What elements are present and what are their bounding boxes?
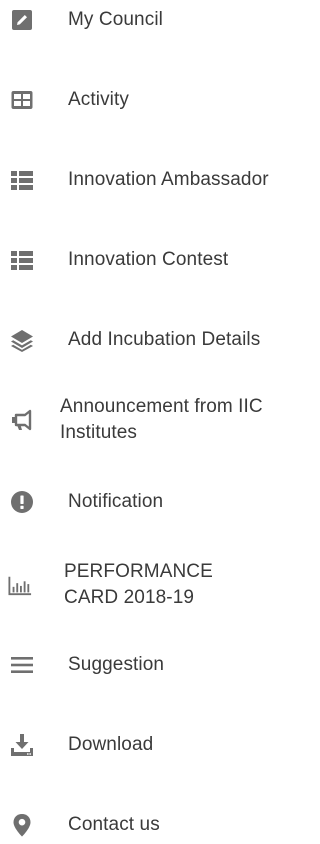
navigation-drawer-menu: My Council Activity Innovation Ambassado… xyxy=(0,0,289,844)
menu-item-announcement-from-iic-institutes[interactable]: Announcement from IIC Institutes xyxy=(0,392,289,448)
grid-icon xyxy=(10,88,34,112)
location-pin-icon xyxy=(10,813,34,837)
menu-item-suggestion[interactable]: Suggestion xyxy=(0,637,289,693)
menu-item-label: Add Incubation Details xyxy=(68,329,261,350)
menu-item-my-council[interactable]: My Council xyxy=(0,0,289,48)
menu-item-label: Contact us xyxy=(68,814,160,835)
menu-item-label: Innovation Ambassador xyxy=(68,169,269,190)
menu-item-label: Activity xyxy=(68,89,129,110)
menu-item-activity[interactable]: Activity xyxy=(0,72,289,128)
menu-item-notification[interactable]: Notification xyxy=(0,474,289,530)
layers-icon xyxy=(10,328,34,352)
menu-item-label: My Council xyxy=(68,9,163,30)
menu-item-label: Notification xyxy=(68,491,164,512)
menu-item-contact-us[interactable]: Contact us xyxy=(0,797,289,844)
hamburger-icon xyxy=(10,653,34,677)
menu-item-label: Download xyxy=(68,734,154,755)
download-icon xyxy=(10,733,34,757)
bar-chart-icon xyxy=(8,573,32,597)
list-icon xyxy=(10,248,34,272)
menu-item-innovation-ambassador[interactable]: Innovation Ambassador xyxy=(0,152,289,208)
list-icon xyxy=(10,168,34,192)
edit-icon xyxy=(10,8,34,32)
menu-item-download[interactable]: Download xyxy=(0,717,289,773)
menu-item-performance-card[interactable]: PERFORMANCE CARD 2018-19 xyxy=(0,557,289,613)
menu-item-label: Innovation Contest xyxy=(68,249,229,270)
menu-item-label: PERFORMANCE CARD 2018-19 xyxy=(64,561,213,608)
megaphone-icon xyxy=(10,408,34,432)
menu-item-innovation-contest[interactable]: Innovation Contest xyxy=(0,232,289,288)
menu-item-label: Announcement from IIC Institutes xyxy=(60,396,263,443)
menu-item-add-incubation-details[interactable]: Add Incubation Details xyxy=(0,312,289,368)
alert-icon xyxy=(10,490,34,514)
menu-item-label: Suggestion xyxy=(68,654,165,675)
